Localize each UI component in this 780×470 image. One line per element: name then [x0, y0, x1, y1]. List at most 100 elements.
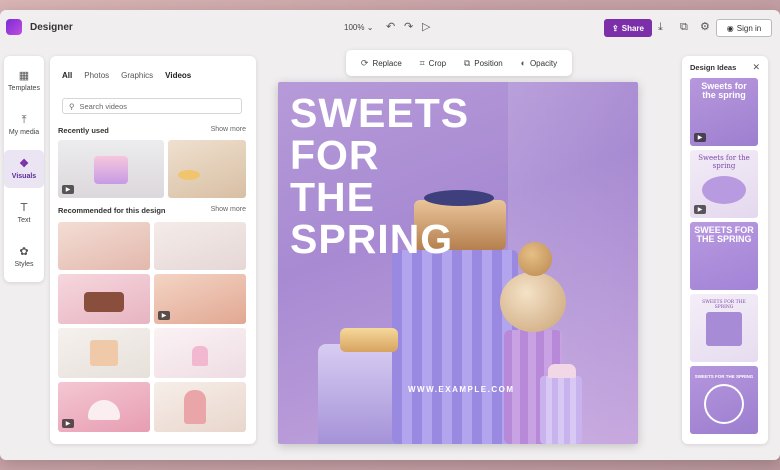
visuals-icon: ❖	[19, 157, 29, 170]
show-more-link[interactable]: Show more	[211, 126, 246, 133]
tab-videos[interactable]: Videos	[165, 71, 191, 80]
media-thumbnail[interactable]: ▶	[58, 140, 164, 198]
media-thumbnail[interactable]	[154, 382, 246, 432]
design-idea-card[interactable]: Sweets for the spring ▶	[690, 150, 758, 218]
position-icon: ⧉	[463, 57, 471, 68]
video-badge-icon: ▶	[62, 419, 74, 428]
video-badge-icon: ▶	[694, 205, 706, 214]
zoom-dropdown[interactable]: 100% ⌄	[344, 23, 373, 32]
headline-line: SPRING	[290, 216, 454, 262]
crop-icon: ⌗	[419, 57, 425, 68]
design-idea-card[interactable]: SWEETS FOR THE SPRING	[690, 294, 758, 362]
headline-line: SWEETS	[290, 90, 470, 136]
rail-item-label: My media	[8, 128, 40, 136]
recommended-title: Recommended for this design	[58, 206, 166, 215]
settings-icon[interactable]: ⚙	[700, 21, 710, 33]
design-idea-image	[706, 312, 742, 346]
share-button[interactable]: ⇪ Share	[604, 19, 652, 37]
tab-all[interactable]: All	[62, 71, 72, 80]
download-icon[interactable]: ⤓	[658, 21, 663, 33]
rail-item-visuals[interactable]: ❖ Visuals	[4, 150, 44, 188]
media-thumbnail[interactable]	[168, 140, 246, 198]
design-idea-card[interactable]: Sweets for the spring ▶	[690, 78, 758, 146]
undo-icon[interactable]: ↶	[386, 21, 395, 33]
play-icon[interactable]: ▷	[422, 21, 430, 33]
media-tabs: All Photos Graphics Videos	[62, 71, 191, 80]
media-thumbnail[interactable]: ▶	[58, 382, 150, 432]
cake-image	[90, 340, 118, 366]
media-thumbnail[interactable]	[154, 222, 246, 270]
rail-item-text[interactable]: Ｔ Text	[4, 194, 44, 232]
design-idea-image	[702, 176, 746, 204]
upload-icon: ⤒	[21, 113, 27, 126]
headline-line: FOR	[290, 132, 380, 178]
tab-graphics[interactable]: Graphics	[121, 71, 153, 80]
design-idea-card[interactable]: SWEETS FOR THE SPRING	[690, 366, 758, 434]
position-button[interactable]: ⧉ Position	[464, 58, 503, 69]
rail-item-templates[interactable]: ▦ Templates	[4, 62, 44, 100]
designer-logo-icon	[6, 19, 22, 35]
rail-item-my-media[interactable]: ⤒ My media	[4, 106, 44, 144]
design-canvas[interactable]: SWEETS FOR THE SPRING WWW.EXAMPLE.COM	[278, 82, 638, 444]
text-icon: Ｔ	[18, 201, 30, 214]
layers-icon[interactable]: ⧉	[680, 21, 688, 33]
crop-label: Crop	[428, 58, 447, 68]
media-thumbnail[interactable]	[58, 274, 150, 324]
user-icon: ◉	[726, 23, 734, 33]
share-label: Share	[621, 23, 644, 33]
styles-icon: ✿	[19, 245, 29, 258]
cupcake-image	[192, 346, 208, 366]
templates-icon: ▦	[18, 69, 30, 82]
media-thumbnail[interactable]: ▶	[154, 274, 246, 324]
rail-item-label: Text	[17, 216, 31, 224]
search-placeholder: Search videos	[79, 101, 128, 111]
design-idea-card[interactable]: SWEETS FOR THE SPRING	[690, 222, 758, 290]
left-rail: ▦ Templates ⤒ My media ❖ Visuals Ｔ Text …	[4, 56, 44, 282]
sign-in-button[interactable]: ◉ Sign in	[716, 19, 772, 37]
sign-in-label: Sign in	[736, 23, 762, 33]
replace-button[interactable]: ⟳ Replace	[361, 58, 402, 69]
tab-photos[interactable]: Photos	[84, 71, 109, 80]
rail-item-styles[interactable]: ✿ Styles	[4, 238, 44, 276]
opacity-label: Opacity	[529, 58, 558, 68]
tart-image	[178, 170, 200, 180]
replace-label: Replace	[372, 58, 402, 68]
opacity-button[interactable]: ◐ Opacity	[521, 58, 558, 68]
top-bar: Designer 100% ⌄ ↶ ↷ ▷ ⇪ Share ⤓ ⧉ ⚙ ◉ Si…	[0, 10, 780, 46]
image-toolbar: ⟳ Replace ⌗ Crop ⧉ Position ◐ Opacity	[346, 50, 572, 76]
redo-icon[interactable]: ↷	[404, 21, 413, 33]
design-idea-text: SWEETS FOR THE SPRING	[694, 374, 754, 379]
media-thumbnail[interactable]	[58, 222, 150, 270]
show-more-link[interactable]: Show more	[211, 206, 246, 213]
cake-image	[94, 156, 128, 184]
rail-item-label: Styles	[14, 260, 34, 268]
close-icon[interactable]: ✕	[752, 62, 760, 73]
mini-cake-image	[548, 364, 576, 378]
position-label: Position	[474, 58, 503, 68]
share-icon: ⇪	[612, 23, 619, 33]
video-badge-icon: ▶	[694, 133, 706, 142]
replace-icon: ⟳	[360, 57, 369, 68]
pedestal-small	[540, 376, 582, 444]
design-idea-text: Sweets for the spring	[701, 81, 747, 100]
opacity-icon: ◐	[520, 58, 526, 68]
macaron-tower-image	[184, 390, 206, 424]
headline-line: THE	[290, 174, 375, 220]
poster-headline[interactable]: SWEETS FOR THE SPRING	[290, 92, 469, 260]
recently-used-title: Recently used	[58, 126, 109, 135]
pedestal-center	[392, 250, 518, 444]
rail-item-label: Visuals	[11, 172, 37, 180]
cake-image	[88, 400, 120, 420]
cake-image	[84, 292, 124, 312]
media-thumbnail[interactable]	[58, 328, 150, 378]
video-badge-icon: ▶	[158, 311, 170, 320]
search-icon: ⚲	[69, 101, 75, 111]
crop-button[interactable]: ⌗ Crop	[420, 58, 446, 69]
video-badge-icon: ▶	[62, 185, 74, 194]
media-panel: All Photos Graphics Videos ⚲ Search vide…	[50, 56, 256, 444]
design-idea-ring	[704, 384, 744, 424]
design-ideas-panel: Design Ideas ✕ Sweets for the spring ▶ S…	[682, 56, 768, 444]
search-input[interactable]: ⚲ Search videos	[62, 98, 242, 114]
poster-url[interactable]: WWW.EXAMPLE.COM	[408, 385, 515, 394]
media-thumbnail[interactable]	[154, 328, 246, 378]
